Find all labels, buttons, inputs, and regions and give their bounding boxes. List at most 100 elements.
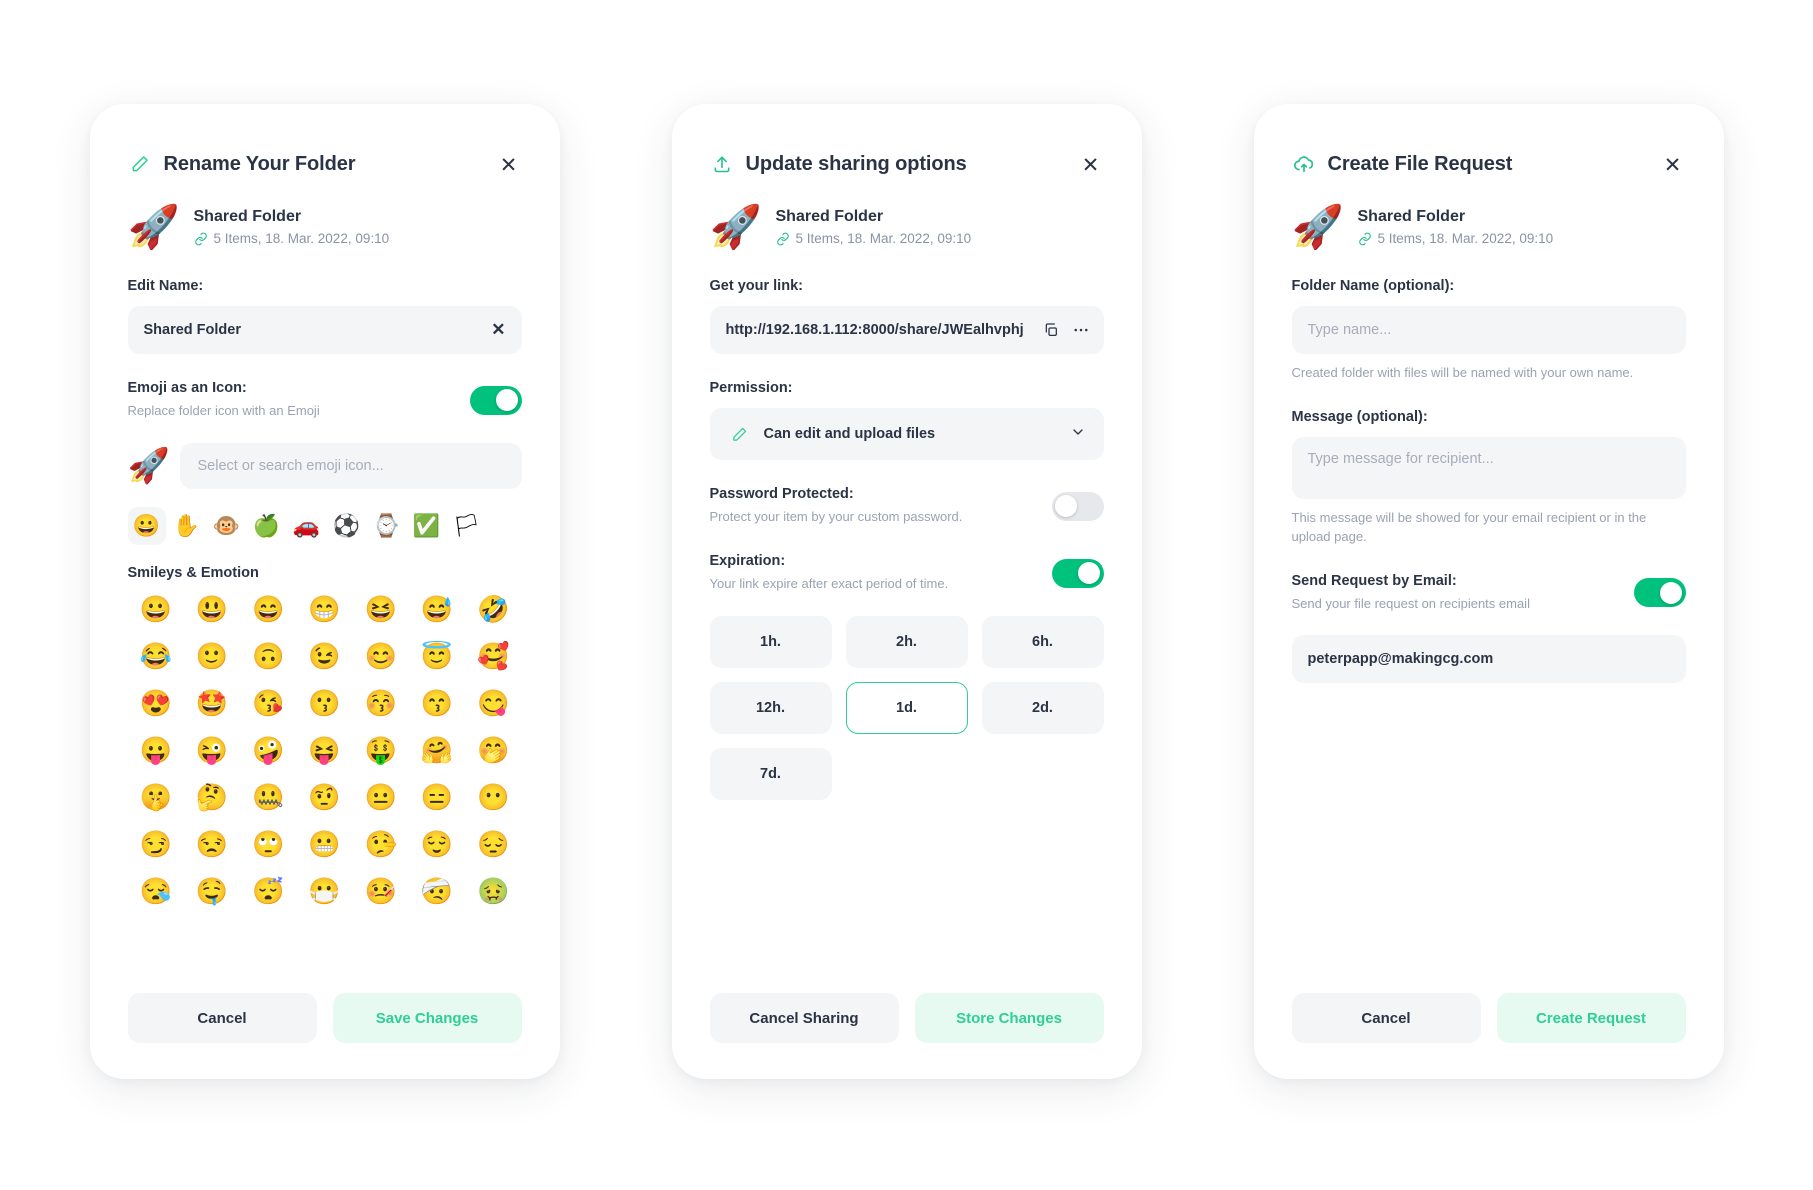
- emoji-category-tab[interactable]: 😀: [127, 506, 166, 545]
- folder-name-help: Created folder with files will be named …: [1291, 365, 1634, 380]
- close-icon[interactable]: ✕: [1080, 154, 1102, 176]
- emoji-item[interactable]: 😴: [240, 871, 296, 911]
- folder-name-input[interactable]: Type name...: [1291, 306, 1686, 354]
- file-name: Shared Folder: [775, 208, 884, 225]
- password-protected-toggle[interactable]: [1051, 491, 1104, 521]
- emoji-item[interactable]: 😄: [240, 589, 296, 629]
- page-title: Create File Request: [1327, 152, 1513, 175]
- close-icon[interactable]: ✕: [1662, 154, 1684, 176]
- emoji-item[interactable]: 😶: [465, 777, 521, 817]
- emoji-item[interactable]: 🙄: [240, 824, 296, 864]
- emoji-search-input[interactable]: Select or search emoji icon...: [179, 442, 522, 489]
- expiration-option[interactable]: 2d.: [981, 681, 1104, 734]
- emoji-category-tab[interactable]: ⌚: [368, 507, 406, 545]
- emoji-item[interactable]: 😗: [296, 683, 352, 723]
- emoji-category-tab[interactable]: ✋: [168, 507, 206, 545]
- file-meta-text: 5 Items, 18. Mar. 2022, 09:10: [1377, 231, 1554, 246]
- emoji-category-tabs: 😀 ✋ 🐵 🍏 🚗 ⚽ ⌚ ✅ 🏳: [127, 506, 522, 545]
- emoji-item[interactable]: 😇: [409, 636, 465, 676]
- emoji-item[interactable]: 🤣: [465, 589, 521, 629]
- emoji-item[interactable]: 😑: [409, 777, 465, 817]
- emoji-item[interactable]: 😚: [353, 683, 409, 723]
- permission-select[interactable]: Can edit and upload files: [709, 408, 1104, 460]
- emoji-item[interactable]: 🤪: [240, 730, 296, 770]
- emoji-as-icon-toggle[interactable]: [469, 385, 522, 415]
- send-request-by-email-toggle[interactable]: [1633, 578, 1686, 608]
- cancel-button[interactable]: Cancel: [1291, 993, 1481, 1043]
- emoji-item[interactable]: 😁: [296, 589, 352, 629]
- cancel-sharing-button[interactable]: Cancel Sharing: [709, 993, 899, 1043]
- emoji-item[interactable]: 😒: [184, 824, 240, 864]
- expiration-toggle[interactable]: [1051, 558, 1104, 588]
- emoji-item[interactable]: 🤐: [240, 777, 296, 817]
- rocket-icon: 🚀: [709, 203, 762, 250]
- emoji-item[interactable]: 😬: [296, 824, 352, 864]
- file-meta: 5 Items, 18. Mar. 2022, 09:10: [776, 231, 971, 246]
- emoji-item[interactable]: 🤔: [184, 777, 240, 817]
- emoji-item[interactable]: 😏: [128, 824, 184, 864]
- create-request-button[interactable]: Create Request: [1496, 993, 1686, 1043]
- cancel-button[interactable]: Cancel: [127, 993, 317, 1043]
- file-summary: 🚀 Shared Folder 5 Items, 18. Mar. 2022, …: [710, 206, 1104, 248]
- emoji-item[interactable]: 😛: [128, 730, 184, 770]
- expiration-option[interactable]: 12h.: [709, 681, 832, 734]
- emoji-item[interactable]: 😔: [465, 824, 521, 864]
- emoji-item[interactable]: 🤨: [296, 777, 352, 817]
- copy-icon[interactable]: [1040, 322, 1062, 338]
- emoji-item[interactable]: 😌: [409, 824, 465, 864]
- store-changes-button[interactable]: Store Changes: [914, 993, 1104, 1043]
- clear-icon[interactable]: ✕: [491, 320, 505, 340]
- save-changes-button[interactable]: Save Changes: [332, 993, 522, 1043]
- emoji-item[interactable]: 🤒: [353, 871, 409, 911]
- emoji-item[interactable]: 😘: [240, 683, 296, 723]
- expiration-option[interactable]: 2h.: [845, 615, 968, 668]
- emoji-category-tab[interactable]: ✅: [408, 507, 446, 545]
- emoji-item[interactable]: 🤫: [128, 777, 184, 817]
- emoji-item[interactable]: 😆: [353, 589, 409, 629]
- emoji-item[interactable]: 🤕: [409, 871, 465, 911]
- emoji-item[interactable]: 😷: [296, 871, 352, 911]
- expiration-option[interactable]: 1h.: [709, 615, 832, 668]
- emoji-item[interactable]: 😙: [409, 683, 465, 723]
- emoji-category-tab[interactable]: 🍏: [248, 507, 286, 545]
- share-link-field[interactable]: http://192.168.1.112:8000/share/JWEalhvp…: [709, 306, 1104, 354]
- folder-name-value: Shared Folder: [143, 322, 242, 338]
- emoji-item[interactable]: 😐: [353, 777, 409, 817]
- expiration-option[interactable]: 6h.: [981, 615, 1104, 668]
- emoji-item[interactable]: 😋: [465, 683, 521, 723]
- cloud-upload-icon: [1292, 152, 1316, 176]
- expiration-option[interactable]: 1d.: [845, 681, 968, 734]
- emoji-item[interactable]: 😍: [128, 683, 184, 723]
- emoji-item[interactable]: 😂: [128, 636, 184, 676]
- email-field[interactable]: peterpapp@makingcg.com: [1291, 635, 1686, 684]
- emoji-category-tab[interactable]: 🏳: [448, 507, 486, 545]
- emoji-item[interactable]: 🤭: [465, 730, 521, 770]
- message-input[interactable]: Type message for recipient...: [1291, 436, 1686, 499]
- folder-name-input[interactable]: Shared Folder ✕: [127, 306, 522, 354]
- emoji-item[interactable]: 🤑: [353, 730, 409, 770]
- emoji-category-tab[interactable]: ⚽: [328, 507, 366, 545]
- emoji-category-tab[interactable]: 🐵: [208, 507, 246, 545]
- close-icon[interactable]: ✕: [498, 154, 520, 176]
- emoji-item[interactable]: 😜: [184, 730, 240, 770]
- emoji-item[interactable]: 🤤: [184, 871, 240, 911]
- emoji-grid: 😀 😃 😄 😁 😆 😅 🤣 😂 🙂 🙃 😉 😊 😇 🥰 😍 🤩 😘 😗 😚 😙 😋 😛 😜 🤪 😝 🤑 🤗 🤭 🤫 🤔 🤐 🤨 😐 😑 😶 😏 😒 🙄 😬 🤥…: [128, 589, 522, 911]
- more-icon[interactable]: [1070, 321, 1092, 339]
- emoji-category-tab[interactable]: 🚗: [288, 507, 326, 545]
- expiration-option[interactable]: 7d.: [709, 747, 832, 800]
- emoji-item[interactable]: 🤗: [409, 730, 465, 770]
- emoji-item[interactable]: 🤢: [465, 871, 521, 911]
- emoji-item[interactable]: 😊: [353, 636, 409, 676]
- emoji-item[interactable]: 😝: [296, 730, 352, 770]
- emoji-item[interactable]: 😀: [128, 589, 184, 629]
- emoji-item[interactable]: 😉: [296, 636, 352, 676]
- emoji-item[interactable]: 😃: [184, 589, 240, 629]
- emoji-item[interactable]: 🤥: [353, 824, 409, 864]
- emoji-item[interactable]: 🤩: [184, 683, 240, 723]
- emoji-item[interactable]: 🥰: [465, 636, 521, 676]
- dialog-footer: Cancel Save Changes: [127, 973, 522, 1043]
- emoji-item[interactable]: 😪: [128, 871, 184, 911]
- emoji-item[interactable]: 🙃: [240, 636, 296, 676]
- emoji-item[interactable]: 😅: [409, 589, 465, 629]
- emoji-item[interactable]: 🙂: [184, 636, 240, 676]
